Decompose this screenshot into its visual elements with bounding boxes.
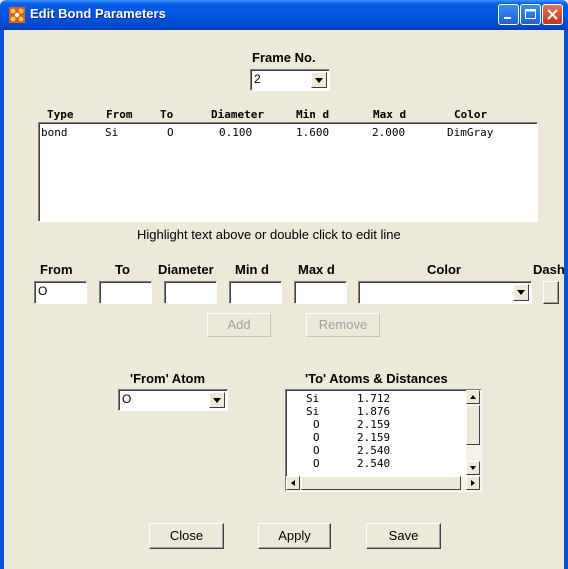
list-item-distance: 1.876 (357, 405, 391, 418)
list-item-atom: Si (306, 405, 320, 418)
list-item[interactable]: O 2.540 (286, 457, 466, 470)
close-icon (547, 9, 558, 20)
min-d-label: Min d (235, 262, 269, 277)
list-item-atom: O (313, 431, 320, 444)
frame-label: Frame No. (252, 50, 316, 65)
diameter-label: Diameter (158, 262, 214, 277)
minimize-icon (504, 17, 511, 19)
list-item[interactable]: O 2.540 (286, 444, 466, 457)
vertical-scrollbar[interactable] (466, 390, 481, 476)
save-button-label: Save (388, 528, 419, 543)
col-header-type: Type (47, 108, 74, 121)
save-button[interactable]: Save (366, 523, 441, 549)
list-item-distance: 2.159 (357, 431, 391, 444)
max-d-field[interactable] (294, 281, 347, 304)
to-atoms-items: Si 1.712 Si 1.876 O 2.159 O 2.159 O 2.54… (286, 390, 466, 474)
list-item[interactable]: O 2.159 (286, 431, 466, 444)
color-select[interactable] (358, 281, 532, 304)
list-item[interactable]: O 2.159 (286, 418, 466, 431)
list-item-atom: O (313, 457, 320, 470)
apply-button-label: Apply (278, 528, 311, 543)
dash-label: Dash (533, 262, 565, 277)
list-item-distance: 1.712 (357, 392, 391, 405)
diameter-field[interactable] (164, 281, 217, 304)
list-item-distance: 2.159 (357, 418, 391, 431)
cell-type: bond (41, 126, 68, 139)
min-d-field[interactable] (229, 281, 282, 304)
cell-to: O (167, 126, 174, 139)
list-item-atom: Si (306, 392, 320, 405)
add-button[interactable]: Add (207, 313, 271, 337)
cell-from: Si (105, 126, 119, 139)
scroll-left-button[interactable] (286, 476, 300, 490)
chevron-down-icon[interactable] (209, 392, 225, 408)
table-row[interactable]: bond Si O 0.100 1.600 2.000 DimGray (39, 126, 535, 139)
list-item-distance: 2.540 (357, 457, 391, 470)
scroll-down-button[interactable] (466, 461, 480, 475)
col-header-to: To (160, 108, 174, 121)
list-item-atom: O (313, 418, 320, 431)
bond-table-header: Type From To Diameter Min d Max d Color (0, 108, 568, 122)
list-item-atom: O (313, 444, 320, 457)
col-header-color: Color (454, 108, 488, 121)
col-header-max-d: Max d (373, 108, 407, 121)
cell-diameter: 0.100 (219, 126, 253, 139)
from-atom-value: O (122, 392, 132, 406)
edit-hint: Highlight text above or double click to … (137, 227, 401, 242)
arrow-left-icon (291, 480, 295, 486)
max-d-label: Max d (298, 262, 335, 277)
to-atoms-list[interactable]: Si 1.712 Si 1.876 O 2.159 O 2.159 O 2.54… (285, 389, 482, 492)
remove-button[interactable]: Remove (306, 313, 380, 337)
dash-toggle[interactable] (543, 281, 559, 304)
col-header-min-d: Min d (296, 108, 330, 121)
from-atom-select[interactable]: O (118, 389, 228, 411)
horizontal-scrollbar[interactable] (286, 476, 481, 491)
from-atom-label: 'From' Atom (130, 371, 206, 386)
to-atoms-label: 'To' Atoms & Distances (305, 371, 448, 386)
maximize-icon (525, 9, 536, 19)
bond-table[interactable]: bond Si O 0.100 1.600 2.000 DimGray (38, 122, 538, 222)
close-button[interactable]: Close (149, 523, 224, 549)
from-field-value: O (38, 284, 48, 298)
minimize-button[interactable] (498, 4, 519, 25)
scroll-right-button[interactable] (466, 476, 480, 490)
window-title: Edit Bond Parameters (30, 6, 166, 21)
list-item[interactable]: Si 1.712 (286, 392, 466, 405)
arrow-up-icon (470, 395, 476, 399)
arrow-down-icon (470, 466, 476, 470)
scroll-thumb[interactable] (466, 405, 480, 445)
close-window-button[interactable] (542, 4, 563, 25)
scroll-up-button[interactable] (466, 390, 480, 404)
arrow-right-icon (471, 480, 475, 486)
color-label: Color (427, 262, 461, 277)
list-item-distance: 2.540 (357, 444, 391, 457)
cell-min-d: 1.600 (296, 126, 330, 139)
maximize-button[interactable] (520, 4, 541, 25)
frame-select[interactable]: 2 (250, 69, 330, 91)
frame-value: 2 (254, 72, 261, 86)
chevron-down-icon[interactable] (311, 72, 327, 88)
list-item[interactable]: Si 1.876 (286, 405, 466, 418)
app-icon (9, 7, 25, 23)
add-button-label: Add (227, 317, 251, 332)
col-header-diameter: Diameter (211, 108, 264, 121)
cell-color: DimGray (447, 126, 494, 139)
apply-button[interactable]: Apply (258, 523, 331, 549)
col-header-from: From (106, 108, 133, 121)
to-field[interactable] (99, 281, 152, 304)
from-label: From (40, 262, 73, 277)
remove-button-label: Remove (318, 317, 368, 332)
scroll-h-thumb[interactable] (301, 476, 461, 490)
cell-max-d: 2.000 (372, 126, 406, 139)
from-field[interactable]: O (34, 281, 87, 304)
close-button-label: Close (169, 528, 204, 543)
to-label: To (115, 262, 130, 277)
chevron-down-icon[interactable] (513, 284, 529, 301)
